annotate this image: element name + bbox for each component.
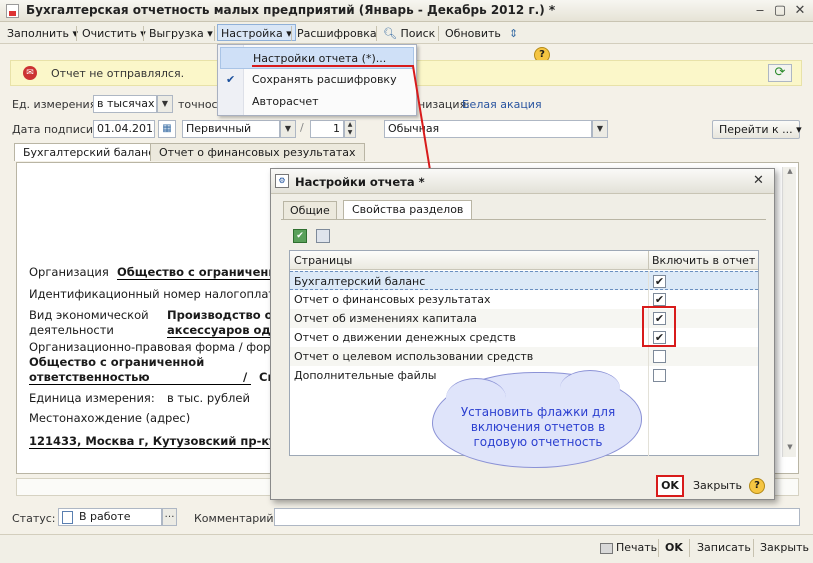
clear-button[interactable]: Очистить ▾ [79,25,149,42]
document-status-icon [62,511,73,524]
doc-address-label: Местонахождение (адрес) [29,411,191,425]
window-title: Бухгалтерская отчетность малых предприят… [26,3,556,17]
table-header: Страницы Включить в отчет [290,251,758,270]
comment-field[interactable] [274,508,800,526]
doc-legal-form-value[interactable]: Общество с ограниченной [29,355,204,369]
column-header-pages: Страницы [294,254,353,267]
toolbar-separator [214,26,215,41]
report-kind-dropdown[interactable]: ▼ [280,120,296,138]
toolbar-separator [76,26,77,41]
include-checkbox[interactable]: ✔ [653,275,666,288]
slash-separator: / [300,121,304,134]
settings-button[interactable]: Настройка ▾ [217,24,296,41]
highlight-box-checkboxes [642,306,676,347]
close-icon[interactable]: ✕ [792,3,808,19]
window-title-bar: Бухгалтерская отчетность малых предприят… [0,0,813,22]
maximize-icon[interactable]: ▢ [772,3,788,19]
include-checkbox[interactable] [653,369,666,382]
sort-arrows-icon[interactable]: ⇕ [506,25,521,42]
toolbar-separator [291,26,292,41]
dialog-tab-sections[interactable]: Свойства разделов [343,200,473,220]
dialog-help-button[interactable]: ? [749,478,765,494]
form-type-field[interactable]: Обычная [384,120,592,138]
doc-address-value[interactable]: 121433, Москва г, Кутузовский пр-кт, дом [29,434,311,449]
toolbar-separator [143,26,144,41]
document-icon [6,4,19,18]
dialog-close-icon[interactable]: ✕ [753,173,764,188]
unit-dropdown-button[interactable]: ▼ [157,95,173,113]
dialog-title: Настройки отчета * [295,175,425,189]
sign-date-field[interactable]: 01.04.2013 [93,120,155,138]
status-select-button[interactable]: … [162,508,177,526]
include-checkbox[interactable]: ✔ [653,293,666,306]
search-icon: 🔍︎ [383,27,397,40]
calendar-icon[interactable]: ▦ [158,120,176,138]
correction-number-field[interactable]: 1 [310,120,344,138]
doc-org-label: Организация [29,265,109,279]
table-row[interactable]: Отчет о целевом использовании средств [290,347,758,366]
menu-item-autocalc[interactable]: Авторасчет [220,91,414,113]
info-text: Отчет не отправлялся. [51,67,185,80]
org-link[interactable]: Белая акация [462,98,542,111]
goto-button[interactable]: Перейти к ... ▾ [712,120,802,139]
doc-activity-label-2: деятельности [29,323,114,337]
table-row[interactable]: Бухгалтерский баланс ✔ [290,271,758,291]
checkmark-icon: ✔ [226,73,236,86]
include-checkbox[interactable] [653,350,666,363]
column-header-include: Включить в отчет [652,254,756,267]
decode-button[interactable]: Расшифровка [294,25,380,42]
toolbar-separator [376,26,377,41]
dialog-tab-general[interactable]: Общие [283,201,337,219]
refresh-icon[interactable]: ⟳ [768,64,792,82]
unit-field[interactable]: в тысячах р [93,95,157,113]
main-toolbar: Заполнить ▾ Очистить ▾ Выгрузка ▾ Настро… [0,22,813,63]
table-row[interactable]: Отчет о финансовых результатах ✔ [290,290,758,309]
fill-button[interactable]: Заполнить ▾ [4,25,81,42]
settings-menu: Настройки отчета (*)... Сохранять расшиф… [217,44,417,116]
unit-label: Ед. измерения: [12,98,101,111]
dialog-title-bar: ⚙ Настройки отчета * ✕ [271,169,774,194]
close-button[interactable]: Закрыть [760,541,809,554]
ok-button-main[interactable]: OK [665,541,683,554]
callout-text: Установить флажки для включения отчетов … [460,405,616,449]
doc-slash: / [243,370,248,384]
save-button[interactable]: Записать [697,541,751,554]
number-spinner[interactable]: ▲ ▼ [344,120,356,138]
refresh-button[interactable]: Обновить [442,25,504,42]
search-button[interactable]: 🔍︎ Поиск [380,25,438,42]
vertical-scrollbar[interactable]: ▲ ▼ [782,167,796,457]
report-kind-field[interactable]: Первичный [182,120,280,138]
settings-icon: ⚙ [275,174,289,188]
doc-legal-form-label: Организационно-правовая форма / форма [29,340,287,354]
doc-org-value[interactable]: Общество с ограниченной [117,265,293,280]
doc-activity-label: Вид экономической [29,308,149,322]
minimize-icon[interactable]: ‒ [752,3,768,19]
tab-financial-results[interactable]: Отчет о финансовых результатах [150,143,365,161]
ok-button[interactable]: OK [656,475,684,497]
toolbar-separator [438,26,439,41]
doc-inn-label: Идентификационный номер налогоплате [29,287,283,301]
table-row[interactable]: Отчет о движении денежных средств ✔ [290,328,758,347]
table-row[interactable]: Отчет об изменениях капитала ✔ [290,309,758,328]
dialog-close-button[interactable]: Закрыть [693,479,742,492]
warning-icon: ✉ [23,66,37,80]
menu-item-report-settings[interactable]: Настройки отчета (*)... [220,47,414,69]
check-all-icon[interactable]: ✔ [293,229,307,243]
doc-legal-form-value-2[interactable]: ответственностью [29,370,251,385]
doc-unit-label: Единица измерения: [29,391,155,405]
status-label: Статус: [12,512,56,525]
form-type-dropdown[interactable]: ▼ [592,120,608,138]
sign-date-label: Дата подписи: [12,123,97,136]
menu-item-save-decoding[interactable]: Сохранять расшифровку [220,69,414,91]
doc-unit-value: в тыс. рублей [167,391,250,405]
comment-label: Комментарий: [194,512,278,525]
bottom-bar: Печать OK Записать Закрыть [0,534,813,563]
print-icon [600,543,613,554]
uncheck-all-icon[interactable] [316,229,330,243]
tab-balance[interactable]: Бухгалтерский баланс [14,143,164,161]
export-button[interactable]: Выгрузка ▾ [146,25,216,42]
status-field[interactable]: В работе [58,508,162,526]
print-button[interactable]: Печать [616,541,657,554]
